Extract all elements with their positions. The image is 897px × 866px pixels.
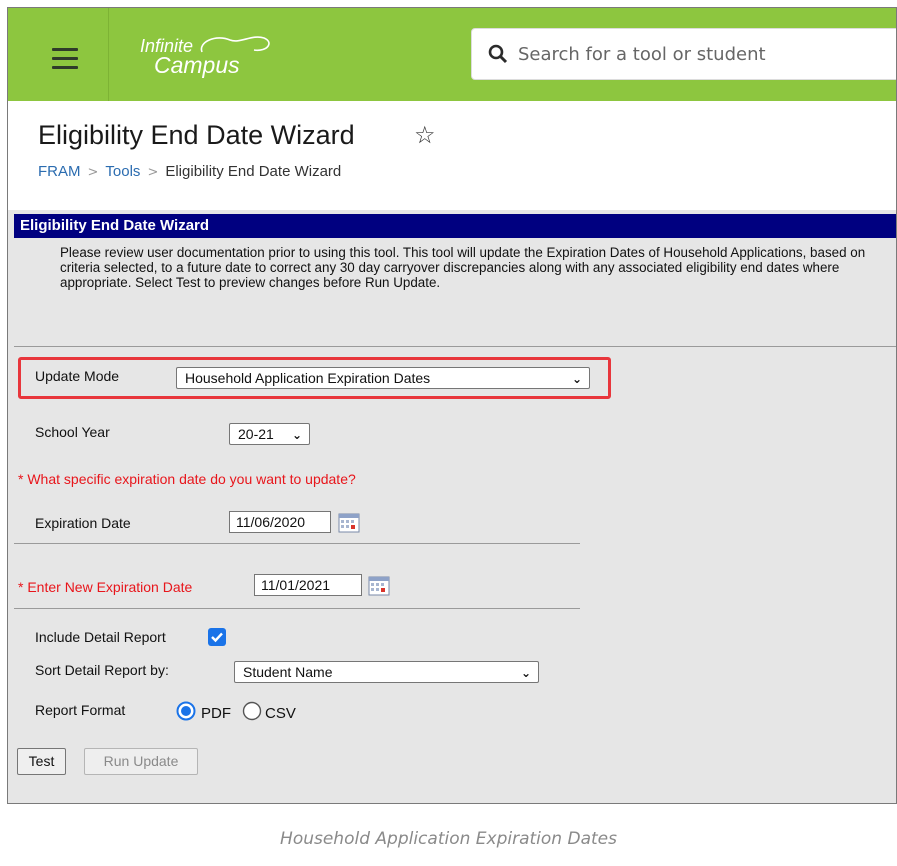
calendar-icon[interactable] bbox=[368, 576, 390, 596]
search-icon bbox=[488, 44, 508, 64]
figure-caption: Household Application Expiration Dates bbox=[280, 829, 617, 849]
chevron-down-icon: ⌄ bbox=[571, 372, 582, 386]
divider bbox=[14, 543, 580, 544]
hamburger-menu-icon[interactable] bbox=[52, 48, 78, 70]
run-update-button[interactable]: Run Update bbox=[84, 748, 198, 775]
new-expiration-label: * Enter New Expiration Date bbox=[18, 579, 193, 595]
divider bbox=[108, 8, 109, 101]
breadcrumb-tools[interactable]: Tools bbox=[105, 163, 140, 180]
expiration-date-label: Expiration Date bbox=[35, 515, 131, 531]
sort-detail-value: Student Name bbox=[243, 664, 333, 680]
app-window: Infinite Campus Search for a tool or stu… bbox=[7, 7, 897, 804]
school-year-select[interactable]: 20-21 ⌄ bbox=[229, 423, 310, 445]
breadcrumb-current: Eligibility End Date Wizard bbox=[165, 163, 342, 180]
chevron-down-icon: ⌄ bbox=[291, 428, 302, 442]
sort-detail-select[interactable]: Student Name ⌄ bbox=[234, 661, 539, 683]
divider bbox=[14, 346, 896, 347]
chevron-right-icon: > bbox=[87, 165, 99, 180]
wizard-description: Please review user documentation prior t… bbox=[60, 245, 866, 290]
expiration-date-field[interactable]: 11/06/2020 bbox=[229, 511, 331, 533]
page-title: Eligibility End Date Wizard bbox=[38, 120, 355, 150]
update-mode-select[interactable]: Household Application Expiration Dates ⌄ bbox=[176, 367, 590, 389]
search-box[interactable]: Search for a tool or student bbox=[471, 28, 896, 80]
sort-detail-label: Sort Detail Report by: bbox=[35, 662, 169, 678]
school-year-value: 20-21 bbox=[238, 426, 274, 442]
chevron-right-icon: > bbox=[147, 165, 159, 180]
update-mode-value: Household Application Expiration Dates bbox=[185, 370, 431, 386]
search-input[interactable]: Search for a tool or student bbox=[518, 44, 766, 65]
top-bar: Infinite Campus Search for a tool or stu… bbox=[8, 8, 896, 101]
include-detail-label: Include Detail Report bbox=[35, 629, 166, 645]
school-year-label: School Year bbox=[35, 424, 110, 440]
pdf-radio[interactable] bbox=[176, 701, 196, 721]
csv-radio-label: CSV bbox=[265, 705, 296, 722]
report-format-label: Report Format bbox=[35, 702, 126, 718]
wizard-title: Eligibility End Date Wizard bbox=[14, 214, 896, 238]
wizard-panel: Eligibility End Date Wizard Please revie… bbox=[8, 210, 896, 803]
include-detail-checkbox[interactable] bbox=[207, 627, 227, 647]
new-expiration-field[interactable]: 11/01/2021 bbox=[254, 574, 362, 596]
chevron-down-icon: ⌄ bbox=[520, 666, 531, 680]
pdf-radio-label: PDF bbox=[201, 705, 231, 722]
logo-swoosh-icon bbox=[200, 36, 270, 53]
calendar-icon[interactable] bbox=[338, 513, 360, 533]
divider bbox=[14, 608, 580, 609]
favorite-star-icon[interactable]: ☆ bbox=[414, 121, 436, 149]
breadcrumb-fram[interactable]: FRAM bbox=[38, 163, 81, 180]
breadcrumb: FRAM > Tools > Eligibility End Date Wizard bbox=[38, 163, 341, 180]
test-button[interactable]: Test bbox=[17, 748, 66, 775]
infinite-campus-logo[interactable]: Infinite Campus bbox=[132, 30, 302, 86]
update-mode-label: Update Mode bbox=[35, 368, 120, 384]
expiration-question: * What specific expiration date do you w… bbox=[18, 471, 356, 487]
csv-radio[interactable] bbox=[242, 701, 262, 721]
page-header: Eligibility End Date Wizard ☆ FRAM > Tools… bbox=[8, 101, 896, 201]
